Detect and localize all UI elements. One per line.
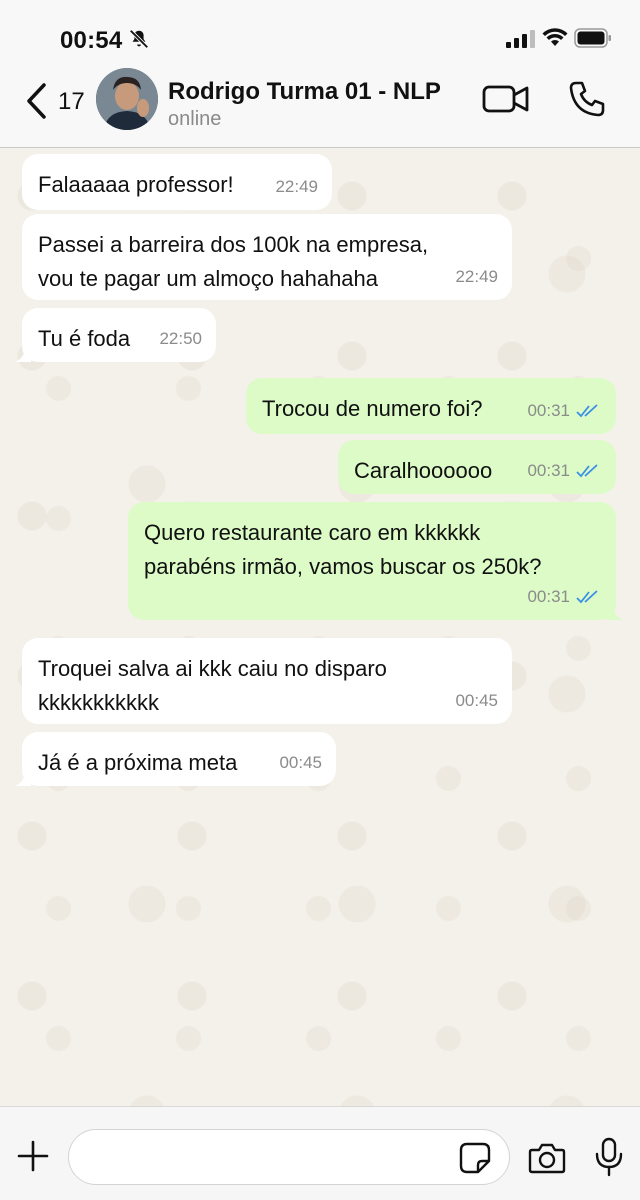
message-time: 00:31: [527, 587, 570, 606]
bubble-tail: [15, 770, 31, 786]
double-check-icon: [576, 464, 598, 478]
unread-count: 17: [58, 88, 85, 115]
double-check-icon: [576, 590, 598, 604]
message-time: 00:31: [527, 461, 570, 480]
message-meta: 00:31: [527, 394, 602, 428]
message-time: 00:45: [279, 753, 322, 772]
message-meta: 00:45: [455, 684, 498, 718]
signal-icon: [506, 30, 535, 48]
bubble-tail: [15, 346, 31, 362]
message-bubble-outgoing[interactable]: Trocou de numero foi? 00:31: [246, 378, 616, 434]
contact-status: online: [168, 108, 222, 130]
message-bubble-incoming[interactable]: Já é a próxima meta 00:45: [15, 732, 336, 786]
bubble-tail: [607, 604, 623, 620]
message-text: Falaaaaa professor!: [38, 172, 234, 197]
message-bubble-incoming[interactable]: Falaaaaa professor! 22:49: [22, 154, 332, 210]
bell-slash-icon: [129, 29, 149, 49]
message-time: 00:31: [527, 401, 570, 420]
message-text: Troquei salva ai kkk caiu no disparo: [38, 656, 387, 681]
message-text: Passei a barreira dos 100k na empresa,: [38, 232, 429, 257]
message-bubble-outgoing[interactable]: Caralhoooooo 00:31: [338, 440, 616, 494]
message-meta: 22:49: [455, 260, 498, 294]
message-text: Quero restaurante caro em kkkkkk: [144, 520, 481, 545]
message-time: 00:45: [455, 691, 498, 710]
message-bubble-outgoing[interactable]: Quero restaurante caro em kkkkkk parabén…: [128, 502, 623, 620]
message-time: 22:49: [275, 177, 318, 196]
message-meta: 22:49: [275, 170, 318, 204]
phone-icon[interactable]: [568, 80, 606, 118]
contact-name[interactable]: Rodrigo Turma 01 - NLP: [168, 78, 441, 106]
chat-area[interactable]: Falaaaaa professor! 22:49 Passei a barre…: [0, 148, 640, 1106]
message-text: Já é a próxima meta: [38, 750, 238, 775]
battery-icon: [574, 28, 611, 48]
message-meta: 00:45: [279, 746, 322, 780]
status-time: 00:54: [60, 27, 123, 54]
video-camera-icon[interactable]: [482, 82, 530, 116]
back-button[interactable]: 17: [16, 78, 92, 124]
message-input[interactable]: [68, 1129, 510, 1185]
message-text: kkkkkkkkkkk: [38, 690, 159, 715]
message-bubble-incoming[interactable]: Passei a barreira dos 100k na empresa, v…: [22, 214, 512, 300]
camera-icon[interactable]: [528, 1141, 566, 1175]
wifi-icon: [542, 28, 568, 46]
microphone-icon[interactable]: [594, 1137, 624, 1177]
message-bubble-incoming[interactable]: Tu é foda 22:50: [15, 308, 216, 362]
message-bubble-incoming[interactable]: Troquei salva ai kkk caiu no disparo kkk…: [22, 638, 512, 724]
message-meta: 00:31: [527, 580, 602, 614]
avatar[interactable]: [96, 68, 158, 130]
message-time: 22:50: [159, 329, 202, 348]
avatar-image: [96, 68, 158, 130]
message-time: 22:49: [455, 267, 498, 286]
message-text: parabéns irmão, vamos buscar os 250k?: [144, 554, 542, 579]
chevron-left-icon: [27, 83, 46, 119]
sticker-icon[interactable]: [458, 1141, 492, 1175]
message-meta: 00:31: [527, 454, 602, 488]
plus-icon[interactable]: [16, 1139, 50, 1173]
chat-header: 17 Rodrigo Turma 01 - NLP online: [0, 64, 640, 148]
message-composer: [0, 1106, 640, 1200]
message-text: vou te pagar um almoço hahahaha: [38, 266, 379, 291]
status-bar: 00:54: [0, 0, 640, 64]
message-meta: 22:50: [159, 322, 202, 356]
double-check-icon: [576, 404, 598, 418]
